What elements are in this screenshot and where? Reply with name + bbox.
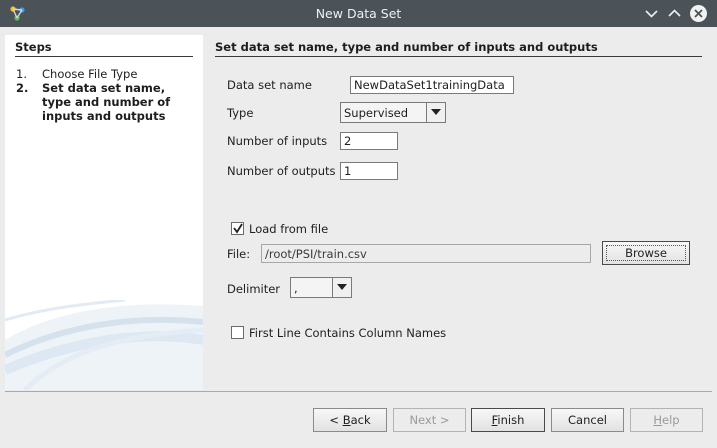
data-set-name-input[interactable] — [350, 76, 514, 94]
first-line-column-names-checkbox[interactable] — [231, 326, 244, 339]
delimiter-select[interactable]: , — [290, 277, 352, 298]
footer-divider — [5, 391, 712, 392]
type-select[interactable]: Supervised — [340, 102, 446, 123]
back-button-rest: ack — [350, 413, 371, 427]
file-label: File: — [227, 247, 251, 261]
delimiter-select-value: , — [294, 281, 298, 295]
first-line-column-names-label[interactable]: First Line Contains Column Names — [249, 326, 446, 340]
step-label: Set data set name, type and number of in… — [42, 81, 171, 123]
finish-button-rest: inish — [497, 413, 525, 427]
finish-button[interactable]: Finish — [471, 408, 545, 432]
number-of-outputs-label: Number of outputs — [227, 164, 336, 178]
title-bar: New Data Set — [0, 0, 717, 27]
back-button[interactable]: < Back — [313, 408, 387, 432]
load-from-file-checkbox[interactable] — [231, 222, 244, 235]
minimize-button[interactable] — [642, 4, 661, 23]
data-set-name-label: Data set name — [227, 78, 312, 92]
type-select-value: Supervised — [344, 106, 409, 120]
help-button-rest: elp — [662, 413, 680, 427]
load-from-file-label[interactable]: Load from file — [249, 222, 328, 236]
step-label: Choose File Type — [42, 67, 138, 81]
back-button-mnemonic: B — [342, 413, 351, 427]
back-button-prefix: < — [329, 413, 343, 427]
maximize-icon — [668, 9, 681, 17]
number-of-inputs-input[interactable] — [340, 132, 398, 150]
chevron-down-icon — [337, 284, 347, 290]
next-button[interactable]: Next > — [393, 408, 466, 432]
section-title: Set data set name, type and number of in… — [215, 40, 702, 57]
delimiter-label: Delimiter — [227, 282, 281, 296]
chevron-down-icon — [431, 109, 441, 115]
number-of-inputs-label: Number of inputs — [227, 134, 328, 148]
minimize-icon — [645, 10, 658, 18]
close-button[interactable] — [689, 4, 708, 23]
delimiter-select-arrow[interactable] — [332, 278, 351, 297]
file-path-field[interactable]: /root/PSI/train.csv — [261, 244, 591, 263]
type-select-arrow[interactable] — [426, 103, 445, 122]
type-label: Type — [227, 106, 254, 120]
maximize-button[interactable] — [665, 4, 684, 23]
cancel-button-label: Cancel — [568, 413, 607, 427]
step-number: 1. — [16, 67, 27, 81]
focus-ring — [606, 245, 686, 261]
steps-heading: Steps — [15, 40, 193, 57]
checkmark-icon — [233, 223, 243, 234]
content-panel: Set data set name, type and number of in… — [203, 35, 712, 390]
decorative-swoosh — [5, 300, 203, 390]
steps-panel: Steps 1. Choose File Type 2. Set data se… — [5, 35, 203, 390]
cancel-button[interactable]: Cancel — [551, 408, 624, 432]
help-button-mnemonic: H — [653, 413, 663, 427]
window-title: New Data Set — [315, 6, 402, 21]
help-button[interactable]: Help — [630, 408, 703, 432]
browse-button[interactable]: Browse — [602, 241, 690, 265]
dialog: Steps 1. Choose File Type 2. Set data se… — [3, 27, 714, 445]
number-of-outputs-input[interactable] — [340, 162, 398, 180]
step-number: 2. — [16, 81, 29, 95]
close-icon — [690, 5, 707, 22]
next-button-label: Next > — [409, 413, 450, 427]
